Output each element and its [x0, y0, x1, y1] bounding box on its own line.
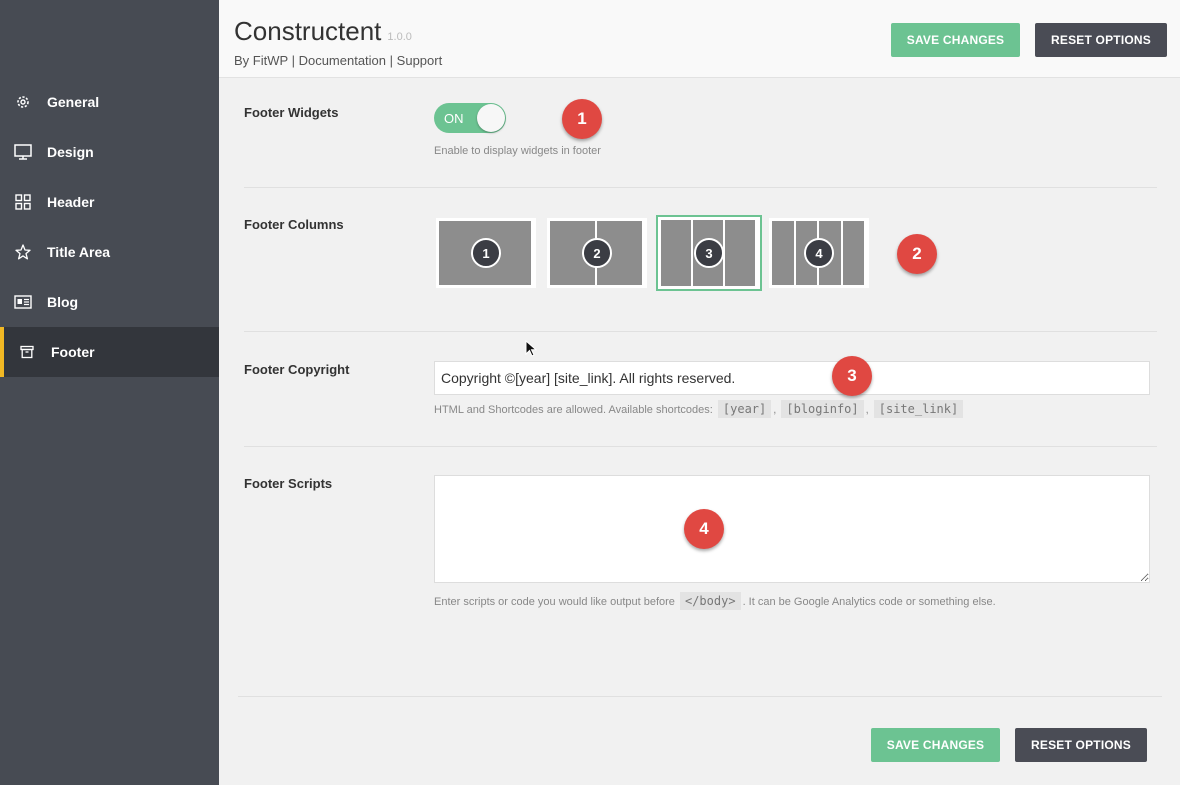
sidebar-item-general[interactable]: General [0, 77, 219, 127]
separator: | [291, 53, 295, 68]
comma: , [865, 404, 869, 416]
column-number-badge: 3 [694, 238, 724, 268]
sidebar-nav: General Design Header Title Area Blog Fo… [0, 77, 219, 377]
header-subline: By FitWP | Documentation | Support [234, 53, 442, 68]
footer-copyright-input[interactable] [434, 361, 1150, 395]
toggle-knob[interactable] [477, 104, 505, 132]
body-close-tag-code: </body> [679, 592, 741, 610]
reset-options-button-bottom[interactable]: RESET OPTIONS [1015, 728, 1147, 762]
divider [244, 446, 1157, 447]
sidebar-item-title-area[interactable]: Title Area [0, 227, 219, 277]
footer-scripts-help: Enter scripts or code you would like out… [434, 592, 996, 610]
footer-copyright-label: Footer Copyright [244, 362, 350, 377]
footer-column-option-2[interactable]: 2 [547, 218, 647, 288]
sidebar-item-label: Footer [51, 344, 95, 360]
sidebar-item-label: Blog [47, 294, 79, 310]
sidebar-item-label: General [47, 94, 100, 110]
page-header: Constructent 1.0.0 By FitWP | Documentati… [219, 0, 1180, 78]
theme-version: 1.0.0 [387, 31, 412, 43]
scripts-help-prefix: Enter scripts or code you would like out… [434, 596, 675, 608]
sidebar-item-label: Design [47, 144, 94, 160]
star-icon [14, 243, 32, 261]
footer-columns-label: Footer Columns [244, 217, 344, 232]
shortcode-site-link: [site_link] [873, 400, 964, 418]
sidebar-item-footer[interactable]: Footer [0, 327, 219, 377]
scripts-help-suffix: . It can be Google Analytics code or som… [742, 596, 996, 608]
monitor-icon [14, 143, 32, 161]
footer-widgets-label: Footer Widgets [244, 105, 339, 120]
sidebar-item-blog[interactable]: Blog [0, 277, 219, 327]
shortcode-year: [year] [717, 400, 772, 418]
annotation-marker-1: 1 [562, 99, 602, 139]
annotation-marker-2: 2 [897, 234, 937, 274]
footer-scripts-label: Footer Scripts [244, 476, 333, 491]
grid-icon [14, 193, 32, 211]
save-changes-button[interactable]: SAVE CHANGES [891, 23, 1020, 57]
column-number-badge: 2 [582, 238, 612, 268]
sidebar-item-label: Title Area [47, 244, 111, 260]
footer-widgets-help: Enable to display widgets in footer [434, 145, 601, 157]
footer-widgets-toggle[interactable]: ON [434, 103, 506, 133]
column-number-badge: 1 [471, 238, 501, 268]
footer-column-option-4[interactable]: 4 [769, 218, 869, 288]
theme-name: Constructent [234, 16, 382, 46]
save-changes-button-bottom[interactable]: SAVE CHANGES [871, 728, 1000, 762]
toggle-on-text: ON [444, 111, 464, 126]
footer-scripts-textarea[interactable] [434, 475, 1150, 583]
options-panel: Footer Widgets ON 1 Enable to display wi… [219, 78, 1180, 785]
divider [244, 187, 1157, 188]
footer-column-option-1[interactable]: 1 [436, 218, 536, 288]
page-title: Constructent 1.0.0 [234, 16, 412, 47]
sidebar-item-design[interactable]: Design [0, 127, 219, 177]
annotation-marker-3: 3 [832, 356, 872, 396]
newspaper-icon [14, 293, 32, 311]
column-number-badge: 4 [804, 238, 834, 268]
sidebar-item-header[interactable]: Header [0, 177, 219, 227]
mouse-cursor-icon [525, 340, 537, 357]
author-link[interactable]: By FitWP [234, 53, 288, 68]
shortcode-bloginfo: [bloginfo] [781, 400, 864, 418]
documentation-link[interactable]: Documentation [299, 53, 386, 68]
archive-icon [18, 343, 36, 361]
divider [244, 331, 1157, 332]
sidebar-item-label: Header [47, 194, 95, 210]
footer-column-option-3[interactable]: 3 [656, 215, 762, 291]
comma: , [773, 404, 777, 416]
shortcodes-help-text: HTML and Shortcodes are allowed. Availab… [434, 404, 713, 416]
separator: | [389, 53, 394, 68]
annotation-marker-4: 4 [684, 509, 724, 549]
sidebar: General Design Header Title Area Blog Fo… [0, 0, 219, 785]
bottom-divider [238, 696, 1162, 697]
reset-options-button[interactable]: RESET OPTIONS [1035, 23, 1167, 57]
footer-copyright-help: HTML and Shortcodes are allowed. Availab… [434, 400, 965, 418]
support-link[interactable]: Support [397, 53, 443, 68]
gear-icon [14, 93, 32, 111]
